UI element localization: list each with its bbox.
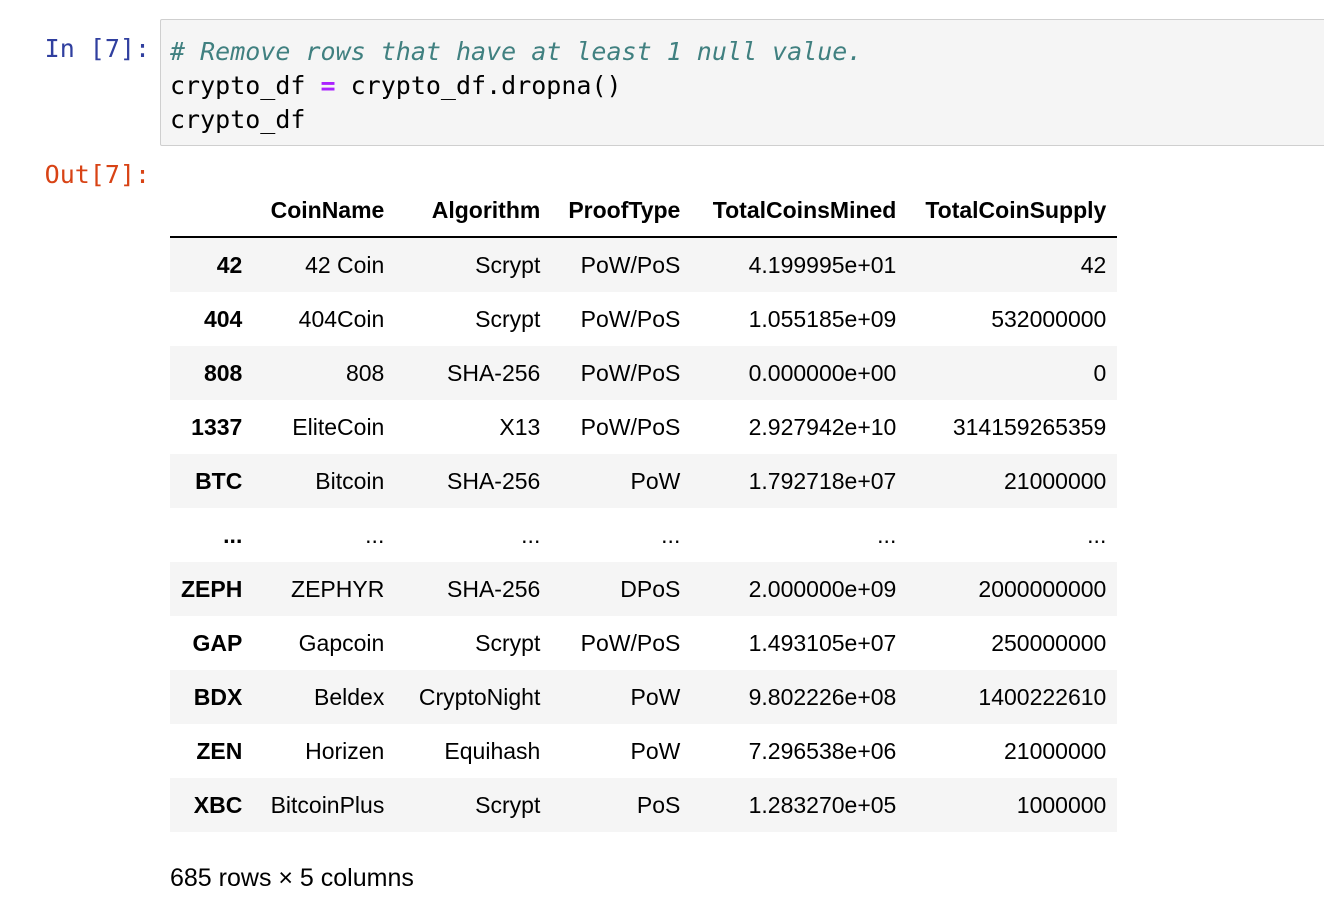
table-header-row: CoinName Algorithm ProofType TotalCoinsM… [170,184,1118,238]
column-header-totalcoinsmined: TotalCoinsMined [691,184,908,238]
code-assign-operator: = [320,71,336,100]
cell-algorithm: Equihash [444,737,541,764]
cell-totalcoinsupply: 532000000 [991,305,1107,332]
output-prompt: Out[7]: [44,160,150,189]
cell-coinname: 42 Coin [305,251,385,278]
cell-prooftype: ... [661,521,681,548]
row-index: 42 [216,251,243,278]
cell-algorithm: Scrypt [475,305,541,332]
table-row: GAP Gapcoin Scrypt PoW/PoS 1.493105e+07 … [170,616,1118,670]
column-header-algorithm: Algorithm [395,184,552,238]
table-row: ZEPH ZEPHYR SHA-256 DPoS 2.000000e+09 20… [170,562,1118,616]
row-index: 404 [203,305,243,332]
code-assign-target: crypto_df [170,71,321,100]
cell-totalcoinsupply: 2000000000 [978,575,1107,602]
cell-algorithm: ... [521,521,541,548]
cell-totalcoinsmined: 1.493105e+07 [748,629,897,656]
cell-totalcoinsmined: 9.802226e+08 [748,683,897,710]
table-row: 42 42 Coin Scrypt PoW/PoS 4.199995e+01 4… [170,237,1118,292]
cell-algorithm: SHA-256 [447,359,541,386]
cell-prooftype: PoW/PoS [580,629,681,656]
cell-prooftype: PoW [630,467,681,494]
cell-prooftype: PoW/PoS [580,359,681,386]
cell-prooftype: PoW/PoS [580,413,681,440]
cell-coinname: 808 [345,359,385,386]
row-index: ZEN [196,737,243,764]
cell-algorithm: Scrypt [475,791,541,818]
cell-totalcoinsupply: ... [1087,521,1107,548]
cell-coinname: ZEPHYR [291,575,385,602]
cell-totalcoinsupply: 1000000 [1016,791,1107,818]
cell-totalcoinsmined: 2.000000e+09 [748,575,897,602]
table-row: XBC BitcoinPlus Scrypt PoS 1.283270e+05 … [170,778,1118,832]
cell-algorithm: SHA-256 [447,575,541,602]
table-row: BTC Bitcoin SHA-256 PoW 1.792718e+07 210… [170,454,1118,508]
row-index: 808 [203,359,243,386]
cell-totalcoinsupply: 1400222610 [978,683,1107,710]
row-index: 1337 [191,413,243,440]
column-header-coinname: CoinName [253,184,396,238]
cell-prooftype: DPoS [620,575,681,602]
code-cell[interactable]: # Remove rows that have at least 1 null … [160,19,1324,146]
cell-totalcoinsupply: 42 [1080,251,1107,278]
cell-coinname: 404Coin [298,305,385,332]
cell-totalcoinsupply: 0 [1093,359,1107,386]
cell-totalcoinsmined: 0.000000e+00 [748,359,897,386]
input-prompt: In [7]: [44,34,150,63]
dataframe-table: CoinName Algorithm ProofType TotalCoinsM… [170,184,1118,832]
cell-totalcoinsmined: ... [877,521,897,548]
code-display-expr: crypto_df [170,105,306,134]
row-index: GAP [192,629,243,656]
table-row: 404 404Coin Scrypt PoW/PoS 1.055185e+09 … [170,292,1118,346]
cell-coinname: Horizen [305,737,385,764]
cell-totalcoinsmined: 1.055185e+09 [748,305,897,332]
cell-totalcoinsmined: 1.792718e+07 [748,467,897,494]
column-header-totalcoinsupply: TotalCoinSupply [907,184,1118,238]
index-header [170,184,254,238]
cell-algorithm: Scrypt [475,251,541,278]
cell-totalcoinsupply: 250000000 [991,629,1107,656]
table-row: BDX Beldex CryptoNight PoW 9.802226e+08 … [170,670,1118,724]
cell-coinname: Beldex [314,683,385,710]
cell-prooftype: PoW [630,683,681,710]
cell-coinname: Bitcoin [315,467,385,494]
row-index: BTC [195,467,243,494]
cell-coinname: EliteCoin [292,413,385,440]
cell-algorithm: Scrypt [475,629,541,656]
code-line-2: crypto_df = crypto_df.dropna() [170,69,1324,103]
row-index: BDX [193,683,243,710]
cell-algorithm: X13 [499,413,541,440]
table-row: ZEN Horizen Equihash PoW 7.296538e+06 21… [170,724,1118,778]
cell-prooftype: PoW [630,737,681,764]
cell-totalcoinsmined: 7.296538e+06 [748,737,897,764]
cell-prooftype: PoS [636,791,681,818]
cell-coinname: Gapcoin [298,629,385,656]
cell-totalcoinsmined: 2.927942e+10 [748,413,897,440]
table-row: 808 808 SHA-256 PoW/PoS 0.000000e+00 0 [170,346,1118,400]
code-line-3: crypto_df [170,103,1324,137]
table-row: 1337 EliteCoin X13 PoW/PoS 2.927942e+10 … [170,400,1118,454]
code-line-1: # Remove rows that have at least 1 null … [170,35,1324,69]
cell-prooftype: PoW/PoS [580,305,681,332]
cell-coinname: ... [365,521,385,548]
cell-totalcoinsupply: 21000000 [1004,737,1107,764]
cell-coinname: BitcoinPlus [270,791,385,818]
cell-prooftype: PoW/PoS [580,251,681,278]
table-ellipsis-row: ... ... ... ... ... ... [170,508,1118,562]
cell-totalcoinsupply: 314159265359 [952,413,1107,440]
row-index: ... [223,521,243,548]
column-header-prooftype: ProofType [551,184,692,238]
row-index: XBC [193,791,243,818]
cell-totalcoinsupply: 21000000 [1004,467,1107,494]
code-comment: # Remove rows that have at least 1 null … [170,37,863,66]
cell-algorithm: SHA-256 [447,467,541,494]
code-dropna-call: crypto_df.dropna() [335,71,622,100]
row-index: ZEPH [181,575,243,602]
cell-totalcoinsmined: 4.199995e+01 [748,251,897,278]
dataframe-shape-info: 685 rows × 5 columns [170,864,414,892]
cell-algorithm: CryptoNight [418,683,541,710]
cell-totalcoinsmined: 1.283270e+05 [748,791,897,818]
